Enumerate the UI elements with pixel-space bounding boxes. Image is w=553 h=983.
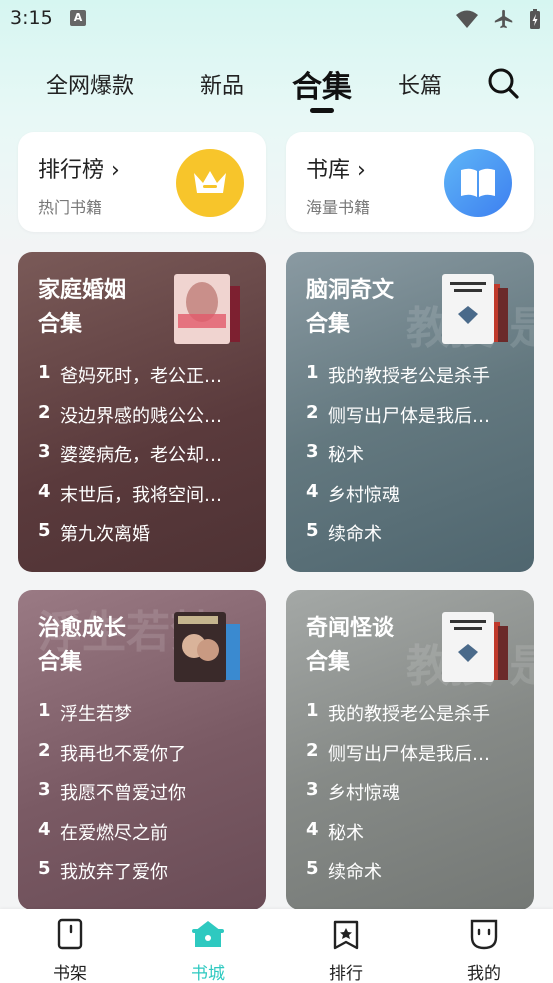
tab-collections[interactable]: 合集 [292,62,352,106]
ranking-card[interactable]: 排行榜 › 热门书籍 [18,132,266,232]
library-card-subtitle: 海量书籍 [306,198,371,217]
nav-label: 书城 [191,964,225,983]
collection-book-list: 1 我的教授老公是杀手 2 侧写出尸体是我后… 3 乡村惊魂 4 秘术 5 续命术 [306,700,521,898]
ranking-card-subtitle: 热门书籍 [38,198,103,217]
collection-title: 家庭婚姻 合集 [38,278,127,337]
list-item[interactable]: 5 续命术 [306,520,521,560]
library-card-title: 书库 › [306,158,366,183]
collection-book-list: 1 浮生若梦 2 我再也不爱你了 3 我愿不曾爱过你 4 在爱燃尽之前 5 我放弃了爱你 [38,700,253,898]
airplane-icon [494,9,513,29]
bottom-nav: 书架 书城 排行 我的 [0,909,553,983]
nav-label: 书架 [53,964,87,983]
list-item[interactable]: 3 乡村惊魂 [306,779,521,819]
book-cover-image [174,612,240,682]
list-item[interactable]: 3 秘术 [306,441,521,481]
book-cover-image [442,274,508,344]
collection-card-healing[interactable]: 浮生若梦 治愈成长 合集 1 浮生若梦 2 我再也不爱你了 3 我愿不曾爱过你 4 在爱燃… [18,590,266,910]
list-item[interactable]: 4 在爱燃尽之前 [38,819,253,859]
collection-book-list: 1 爸妈死时，老公正… 2 没边界感的贱公公… 3 婆婆病危，老公却… 4 末世后，我将… [38,362,253,560]
nav-bookshelf[interactable]: 书架 [30,917,110,983]
list-item[interactable]: 2 没边界感的贱公公… [38,402,253,442]
list-item[interactable]: 4 末世后，我将空间… [38,481,253,521]
nav-label: 我的 [467,964,501,983]
collection-title: 脑洞奇文 合集 [306,278,395,337]
bookstore-icon [192,921,224,947]
list-item[interactable]: 5 续命术 [306,858,521,898]
collection-title: 治愈成长 合集 [38,616,127,675]
book-cover-image [442,612,508,682]
tab-new[interactable]: 新品 [200,68,244,100]
status-icons [455,8,541,30]
list-item[interactable]: 2 我再也不爱你了 [38,740,253,780]
list-item[interactable]: 3 我愿不曾爱过你 [38,779,253,819]
tab-long[interactable]: 长篇 [398,68,442,100]
tab-all-hits[interactable]: 全网爆款 [46,68,134,100]
nav-bookstore[interactable]: 书城 [168,917,248,983]
collection-book-list: 1 我的教授老公是杀手 2 侧写出尸体是我后… 3 秘术 4 乡村惊魂 5 续命术 [306,362,521,560]
search-icon[interactable] [486,66,520,100]
collection-card-brainhole[interactable]: 教授 是杀手 脑洞奇文合集 1我的教授老公是杀手 2侧写出尸体是我后… 3秘术 … [286,252,534,572]
list-item[interactable]: 5 第九次离婚 [38,520,253,560]
collection-card-strange-tales[interactable]: 教授 是杀手 奇闻怪谈合集 1我的教授老公是杀手 2侧写出尸体是我后… 3乡村惊… [286,590,534,910]
list-item[interactable]: 1 爸妈死时，老公正… [38,362,253,402]
list-item[interactable]: 2 侧写出尸体是我后… [306,402,521,442]
profile-icon [470,919,498,950]
ranking-card-title: 排行榜 › [38,158,120,183]
nav-profile[interactable]: 我的 [444,917,524,983]
status-bar: 3:15 A [0,0,553,40]
list-item[interactable]: 1 我的教授老公是杀手 [306,362,521,402]
crown-icon [176,149,244,217]
wifi-icon [456,10,478,28]
list-item[interactable]: 4 乡村惊魂 [306,481,521,521]
list-item[interactable]: 1 浮生若梦 [38,700,253,740]
nav-ranking[interactable]: 排行 [306,917,386,983]
book-icon [444,149,512,217]
ranking-icon [333,920,359,950]
library-card[interactable]: 书库 › 海量书籍 [286,132,534,232]
nav-label: 排行 [329,964,363,983]
list-item[interactable]: 4 秘术 [306,819,521,859]
tab-active-indicator [310,108,334,113]
list-item[interactable]: 1 我的教授老公是杀手 [306,700,521,740]
top-tabs: 全网爆款 新品 合集 长篇 [0,58,553,114]
bookshelf-icon [57,918,83,950]
collection-title: 奇闻怪谈 合集 [306,616,395,675]
battery-charging-icon [530,9,540,29]
list-item[interactable]: 3 婆婆病危，老公却… [38,441,253,481]
list-item[interactable]: 5 我放弃了爱你 [38,858,253,898]
status-time: 3:15 [10,7,53,29]
list-item[interactable]: 2 侧写出尸体是我后… [306,740,521,780]
notification-a-icon: A [70,10,86,26]
book-cover-image [174,274,240,344]
collection-card-family[interactable]: 家庭婚姻 合集 1 爸妈死时，老公正… 2 没边界感的贱公公… 3 婆婆病危，老公却… … [18,252,266,572]
